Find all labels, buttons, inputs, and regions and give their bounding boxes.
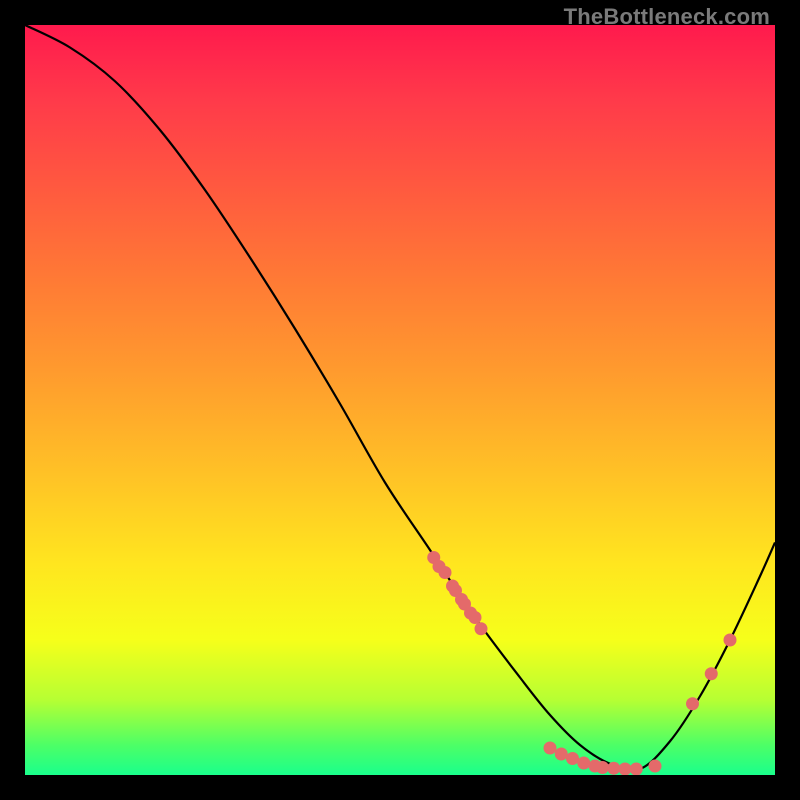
data-point	[705, 667, 718, 680]
data-point	[555, 748, 568, 761]
data-point	[619, 763, 632, 776]
data-point	[596, 761, 609, 774]
data-point	[577, 757, 590, 770]
data-point	[686, 697, 699, 710]
data-point	[724, 634, 737, 647]
watermark-text: TheBottleneck.com	[564, 4, 770, 30]
data-points	[427, 551, 736, 775]
data-point	[649, 760, 662, 773]
data-point	[469, 611, 482, 624]
data-point	[630, 763, 643, 776]
data-point	[475, 622, 488, 635]
bottleneck-curve	[25, 25, 775, 770]
data-point	[607, 762, 620, 775]
chart-svg	[25, 25, 775, 775]
plot-area	[25, 25, 775, 775]
data-point	[566, 752, 579, 765]
data-point	[544, 742, 557, 755]
data-point	[439, 566, 452, 579]
